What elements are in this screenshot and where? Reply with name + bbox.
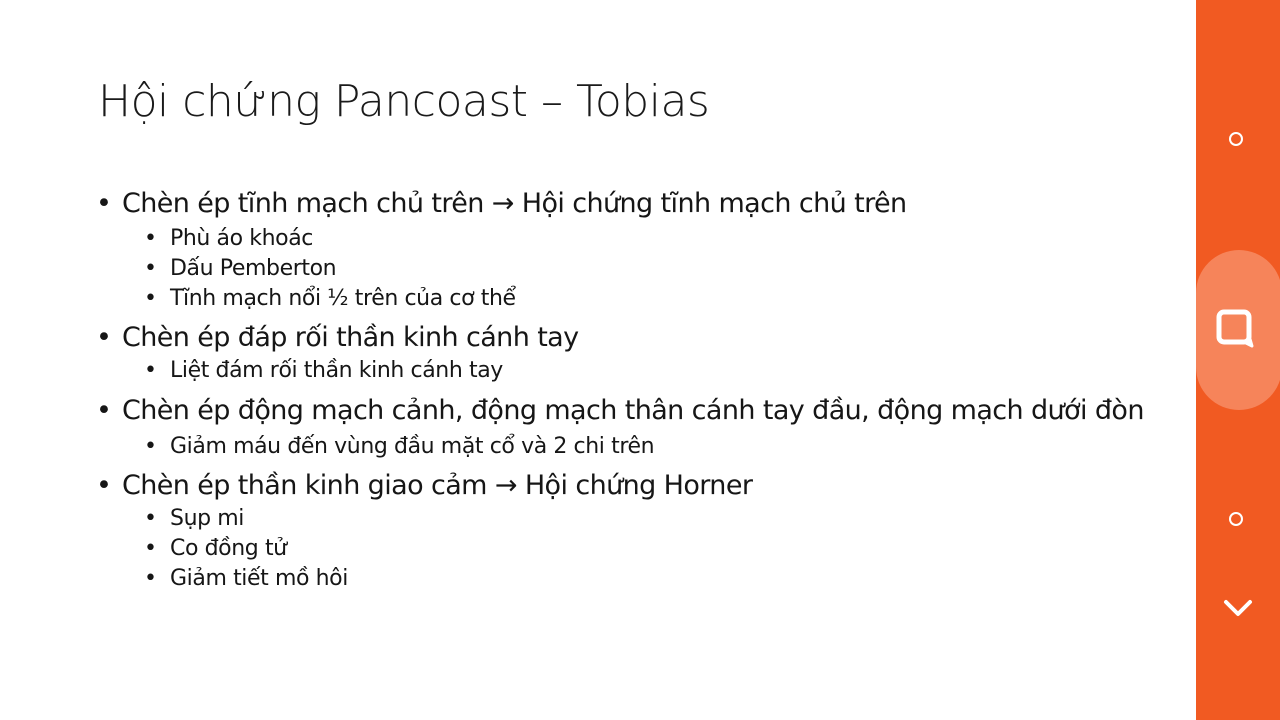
circle-icon[interactable]	[1229, 512, 1243, 526]
sub-bullet: • Dấu Pemberton	[96, 254, 1176, 284]
bullet-dot: •	[144, 256, 157, 281]
sub-bullet-text: Dấu Pemberton	[170, 256, 337, 281]
sub-bullet-text: Giảm tiết mồ hôi	[170, 566, 348, 591]
bullet-dot: •	[144, 506, 157, 531]
bullet-dot: •	[144, 536, 157, 561]
bullet-point: • Chèn ép đáp rối thần kinh cánh tay	[96, 324, 1176, 352]
bullet-dot: •	[96, 395, 112, 426]
sub-bullet: • Phù áo khoác	[96, 224, 1176, 254]
sub-bullet: • Co đồng tử	[96, 534, 1176, 564]
bullet-point: • Chèn ép thần kinh giao cảm → Hội chứng…	[96, 472, 1176, 500]
circle-icon[interactable]	[1229, 132, 1243, 146]
sub-bullet-text: Phù áo khoác	[170, 226, 314, 251]
slide: Hội chứng Pancoast – Tobias • Chèn ép tĩ…	[0, 0, 1196, 720]
bullet-dot: •	[96, 188, 112, 219]
bullet-dot: •	[144, 434, 157, 459]
bullet-text: Chèn ép thần kinh giao cảm → Hội chứng H…	[122, 470, 753, 501]
bullet-dot: •	[96, 322, 112, 353]
sub-bullet: • Tĩnh mạch nổi ½ trên của cơ thể	[96, 284, 1176, 314]
bullet-text: Chèn ép đáp rối thần kinh cánh tay	[122, 322, 579, 353]
bullet-dot: •	[96, 470, 112, 501]
sub-bullet: • Liệt đám rối thần kinh cánh tay	[96, 356, 1176, 386]
bullet-dot: •	[144, 358, 157, 383]
sub-bullet-text: Giảm máu đến vùng đầu mặt cổ và 2 chi tr…	[170, 434, 655, 459]
sub-bullet-text: Co đồng tử	[170, 536, 287, 561]
sub-bullet-text: Sụp mi	[170, 506, 245, 531]
sub-bullet: • Giảm tiết mồ hôi	[96, 564, 1176, 594]
bullet-dot: •	[144, 226, 157, 251]
bullet-point: • Chèn ép động mạch cảnh, động mạch thân…	[96, 396, 1182, 426]
quote-icon[interactable]	[1214, 306, 1260, 352]
sub-bullet: • Sụp mi	[96, 504, 1176, 534]
sub-bullet-text: Liệt đám rối thần kinh cánh tay	[170, 358, 503, 383]
bullet-text: Chèn ép tĩnh mạch chủ trên → Hội chứng t…	[122, 188, 907, 219]
slide-title: Hội chứng Pancoast – Tobias	[98, 76, 710, 127]
chevron-down-icon[interactable]	[1221, 596, 1255, 622]
bullet-point: • Chèn ép tĩnh mạch chủ trên → Hội chứng…	[96, 190, 1176, 218]
bullet-text: Chèn ép động mạch cảnh, động mạch thân c…	[122, 395, 1144, 426]
sub-bullet: • Giảm máu đến vùng đầu mặt cổ và 2 chi …	[96, 432, 1176, 462]
slide-body: • Chèn ép tĩnh mạch chủ trên → Hội chứng…	[96, 190, 1176, 594]
bullet-dot: •	[144, 286, 157, 311]
sub-bullet-text: Tĩnh mạch nổi ½ trên của cơ thể	[170, 286, 516, 311]
bullet-dot: •	[144, 566, 157, 591]
